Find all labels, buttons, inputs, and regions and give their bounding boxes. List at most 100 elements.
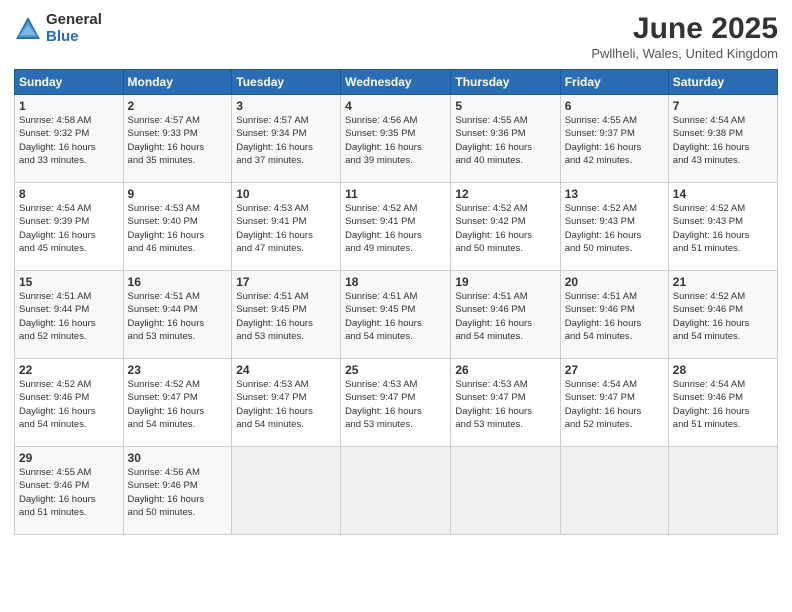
calendar-table: Sunday Monday Tuesday Wednesday Thursday… [14,69,778,535]
header-wednesday: Wednesday [341,70,451,95]
table-row: 19Sunrise: 4:51 AM Sunset: 9:46 PM Dayli… [451,271,560,359]
day-number: 21 [673,275,773,289]
day-info: Sunrise: 4:58 AM Sunset: 9:32 PM Dayligh… [19,114,119,167]
day-number: 10 [236,187,336,201]
day-number: 30 [128,451,228,465]
day-number: 3 [236,99,336,113]
day-info: Sunrise: 4:55 AM Sunset: 9:46 PM Dayligh… [19,466,119,519]
day-info: Sunrise: 4:57 AM Sunset: 9:33 PM Dayligh… [128,114,228,167]
day-info: Sunrise: 4:52 AM Sunset: 9:43 PM Dayligh… [673,202,773,255]
table-row: 28Sunrise: 4:54 AM Sunset: 9:46 PM Dayli… [668,359,777,447]
calendar-week-row: 15Sunrise: 4:51 AM Sunset: 9:44 PM Dayli… [15,271,778,359]
day-number: 8 [19,187,119,201]
day-info: Sunrise: 4:51 AM Sunset: 9:44 PM Dayligh… [128,290,228,343]
table-row: 24Sunrise: 4:53 AM Sunset: 9:47 PM Dayli… [232,359,341,447]
day-info: Sunrise: 4:54 AM Sunset: 9:39 PM Dayligh… [19,202,119,255]
day-info: Sunrise: 4:56 AM Sunset: 9:35 PM Dayligh… [345,114,446,167]
header-friday: Friday [560,70,668,95]
table-row: 8Sunrise: 4:54 AM Sunset: 9:39 PM Daylig… [15,183,124,271]
day-info: Sunrise: 4:53 AM Sunset: 9:47 PM Dayligh… [345,378,446,431]
day-number: 25 [345,363,446,377]
table-row: 29Sunrise: 4:55 AM Sunset: 9:46 PM Dayli… [15,447,124,535]
logo-general-text: General [46,12,102,29]
day-info: Sunrise: 4:53 AM Sunset: 9:47 PM Dayligh… [455,378,555,431]
table-row: 2Sunrise: 4:57 AM Sunset: 9:33 PM Daylig… [123,95,232,183]
table-row: 30Sunrise: 4:56 AM Sunset: 9:46 PM Dayli… [123,447,232,535]
day-number: 29 [19,451,119,465]
day-number: 24 [236,363,336,377]
table-row: 26Sunrise: 4:53 AM Sunset: 9:47 PM Dayli… [451,359,560,447]
table-row: 13Sunrise: 4:52 AM Sunset: 9:43 PM Dayli… [560,183,668,271]
calendar-week-row: 1Sunrise: 4:58 AM Sunset: 9:32 PM Daylig… [15,95,778,183]
day-number: 14 [673,187,773,201]
table-row: 15Sunrise: 4:51 AM Sunset: 9:44 PM Dayli… [15,271,124,359]
table-row: 7Sunrise: 4:54 AM Sunset: 9:38 PM Daylig… [668,95,777,183]
day-info: Sunrise: 4:54 AM Sunset: 9:38 PM Dayligh… [673,114,773,167]
table-row: 6Sunrise: 4:55 AM Sunset: 9:37 PM Daylig… [560,95,668,183]
day-number: 9 [128,187,228,201]
logo: General Blue [14,12,102,45]
day-info: Sunrise: 4:53 AM Sunset: 9:47 PM Dayligh… [236,378,336,431]
table-row: 4Sunrise: 4:56 AM Sunset: 9:35 PM Daylig… [341,95,451,183]
table-row: 18Sunrise: 4:51 AM Sunset: 9:45 PM Dayli… [341,271,451,359]
day-number: 12 [455,187,555,201]
title-block: June 2025 Pwllheli, Wales, United Kingdo… [591,12,778,61]
calendar-subtitle: Pwllheli, Wales, United Kingdom [591,46,778,61]
day-info: Sunrise: 4:53 AM Sunset: 9:41 PM Dayligh… [236,202,336,255]
day-number: 1 [19,99,119,113]
table-row [668,447,777,535]
calendar-week-row: 22Sunrise: 4:52 AM Sunset: 9:46 PM Dayli… [15,359,778,447]
day-number: 16 [128,275,228,289]
table-row: 12Sunrise: 4:52 AM Sunset: 9:42 PM Dayli… [451,183,560,271]
day-info: Sunrise: 4:51 AM Sunset: 9:45 PM Dayligh… [236,290,336,343]
day-info: Sunrise: 4:56 AM Sunset: 9:46 PM Dayligh… [128,466,228,519]
table-row: 22Sunrise: 4:52 AM Sunset: 9:46 PM Dayli… [15,359,124,447]
day-number: 11 [345,187,446,201]
table-row [451,447,560,535]
table-row: 5Sunrise: 4:55 AM Sunset: 9:36 PM Daylig… [451,95,560,183]
day-number: 13 [565,187,664,201]
day-info: Sunrise: 4:57 AM Sunset: 9:34 PM Dayligh… [236,114,336,167]
page-header: General Blue June 2025 Pwllheli, Wales, … [14,12,778,61]
table-row: 23Sunrise: 4:52 AM Sunset: 9:47 PM Dayli… [123,359,232,447]
day-number: 4 [345,99,446,113]
table-row: 9Sunrise: 4:53 AM Sunset: 9:40 PM Daylig… [123,183,232,271]
day-info: Sunrise: 4:51 AM Sunset: 9:44 PM Dayligh… [19,290,119,343]
table-row: 21Sunrise: 4:52 AM Sunset: 9:46 PM Dayli… [668,271,777,359]
table-row: 1Sunrise: 4:58 AM Sunset: 9:32 PM Daylig… [15,95,124,183]
day-info: Sunrise: 4:51 AM Sunset: 9:46 PM Dayligh… [565,290,664,343]
calendar-title: June 2025 [591,12,778,46]
day-info: Sunrise: 4:51 AM Sunset: 9:46 PM Dayligh… [455,290,555,343]
logo-blue-text: Blue [46,29,102,46]
day-number: 5 [455,99,555,113]
calendar-week-row: 29Sunrise: 4:55 AM Sunset: 9:46 PM Dayli… [15,447,778,535]
header-monday: Monday [123,70,232,95]
day-info: Sunrise: 4:52 AM Sunset: 9:43 PM Dayligh… [565,202,664,255]
weekday-header-row: Sunday Monday Tuesday Wednesday Thursday… [15,70,778,95]
logo-icon [14,15,42,43]
day-info: Sunrise: 4:52 AM Sunset: 9:47 PM Dayligh… [128,378,228,431]
table-row: 27Sunrise: 4:54 AM Sunset: 9:47 PM Dayli… [560,359,668,447]
day-number: 27 [565,363,664,377]
table-row [232,447,341,535]
day-number: 22 [19,363,119,377]
day-number: 28 [673,363,773,377]
day-number: 7 [673,99,773,113]
table-row: 10Sunrise: 4:53 AM Sunset: 9:41 PM Dayli… [232,183,341,271]
table-row [341,447,451,535]
day-info: Sunrise: 4:54 AM Sunset: 9:47 PM Dayligh… [565,378,664,431]
day-number: 26 [455,363,555,377]
day-info: Sunrise: 4:52 AM Sunset: 9:41 PM Dayligh… [345,202,446,255]
day-number: 20 [565,275,664,289]
table-row [560,447,668,535]
table-row: 20Sunrise: 4:51 AM Sunset: 9:46 PM Dayli… [560,271,668,359]
day-number: 6 [565,99,664,113]
table-row: 3Sunrise: 4:57 AM Sunset: 9:34 PM Daylig… [232,95,341,183]
calendar-week-row: 8Sunrise: 4:54 AM Sunset: 9:39 PM Daylig… [15,183,778,271]
table-row: 16Sunrise: 4:51 AM Sunset: 9:44 PM Dayli… [123,271,232,359]
day-info: Sunrise: 4:53 AM Sunset: 9:40 PM Dayligh… [128,202,228,255]
table-row: 11Sunrise: 4:52 AM Sunset: 9:41 PM Dayli… [341,183,451,271]
day-number: 23 [128,363,228,377]
day-info: Sunrise: 4:52 AM Sunset: 9:42 PM Dayligh… [455,202,555,255]
header-sunday: Sunday [15,70,124,95]
